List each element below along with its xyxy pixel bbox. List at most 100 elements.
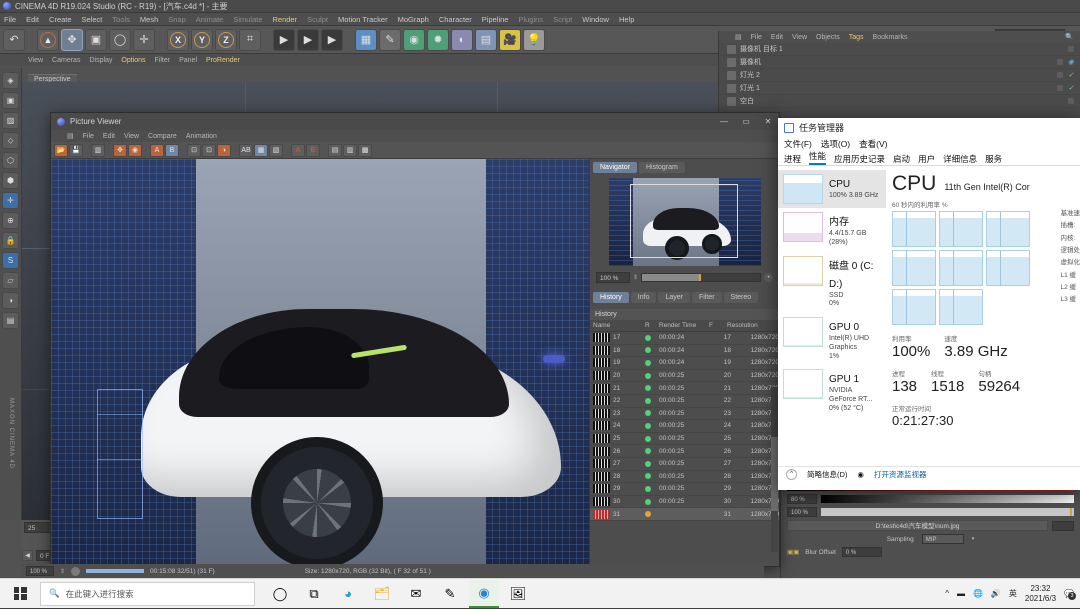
workplane-icon[interactable]: ▱ <box>2 272 19 289</box>
c4d-menu-bar[interactable]: File Edit Create Select Tools Mesh Snap … <box>0 13 1080 26</box>
history-row[interactable]: 2100:00:25211280x720 <box>590 382 779 395</box>
history-row[interactable]: 2400:00:25241280x720 <box>590 420 779 433</box>
ime-language-indicator[interactable]: 英 <box>1009 588 1017 599</box>
object-tags[interactable]: ✓ <box>1057 71 1074 79</box>
viewport-menu-prorender[interactable]: ProRender <box>206 57 240 64</box>
object-tags[interactable]: ✓ <box>1057 84 1074 92</box>
menu-help[interactable]: Help <box>619 15 634 24</box>
scale-tool-icon[interactable]: ▣ <box>85 29 107 51</box>
resource-list[interactable]: CPU100% 3.89 GHz内存4.4/15.7 GB (28%)磁盘 0 … <box>778 166 886 466</box>
camera-icon[interactable]: 🎥 <box>499 29 521 51</box>
render-queue-icon[interactable]: ▤ <box>2 312 19 329</box>
rendered-image-canvas[interactable] <box>51 159 589 566</box>
minimize-icon[interactable]: — <box>713 113 735 130</box>
open-image-icon[interactable]: 📂 <box>54 144 68 157</box>
tm-tab-services[interactable]: 服务 <box>985 153 1002 165</box>
sampling-row[interactable]: Sampling MIP ▾ <box>787 534 1074 544</box>
menu-create[interactable]: Create <box>49 15 72 24</box>
menu-mograph[interactable]: MoGraph <box>398 15 429 24</box>
maximize-icon[interactable]: ▭ <box>735 113 757 130</box>
status-stepper-icon[interactable]: ⇕ <box>60 568 65 575</box>
object-tags[interactable] <box>1068 98 1074 104</box>
history-row[interactable]: 1800:00:24181280x720 <box>590 345 779 358</box>
pv-menu-file[interactable]: File <box>83 133 94 140</box>
menu-mesh[interactable]: Mesh <box>140 15 158 24</box>
cinema4d-taskbar-icon[interactable]: ◉ <box>469 580 499 608</box>
objmgr-search-icon[interactable]: 🔍 <box>1065 33 1074 41</box>
tab-navigator[interactable]: Navigator <box>593 162 637 173</box>
zoom-slider[interactable] <box>641 273 761 282</box>
history-row[interactable]: 2000:00:25201280x720 <box>590 370 779 383</box>
environment-icon[interactable]: ◐ <box>451 29 473 51</box>
render-settings-icon[interactable]: ▶ <box>321 29 343 51</box>
collapse-icon[interactable]: ^ <box>786 469 797 480</box>
show-hidden-icons[interactable]: ^ <box>945 589 949 598</box>
attr-value-100[interactable]: 100 % <box>787 507 817 517</box>
screenshot-tool-icon[interactable]: 🖼 <box>503 580 533 608</box>
status-zoom[interactable]: 100 % <box>26 566 54 576</box>
picture-viewer-title-bar[interactable]: Picture Viewer — ▭ ✕ <box>51 113 779 130</box>
menu-simulate[interactable]: Simulate <box>233 15 262 24</box>
info-tabs[interactable]: History Info Layer Filter Stereo <box>590 289 779 303</box>
objmgr-grid-icon[interactable]: ▤ <box>735 33 742 41</box>
object-tags[interactable]: ◉ <box>1057 58 1074 66</box>
resource-row-cpu[interactable]: CPU100% 3.89 GHz <box>778 170 886 208</box>
pick-color-icon[interactable]: ◉ <box>128 144 142 157</box>
picture-viewer-window[interactable]: Picture Viewer — ▭ ✕ ▤ File Edit View Co… <box>50 112 780 567</box>
history-row[interactable]: 2600:00:25261280x720 <box>590 445 779 458</box>
axis-z-button[interactable]: Z <box>215 29 237 51</box>
objmgr-menu-view[interactable]: View <box>792 34 807 41</box>
texture-path-row[interactable]: D:\test\c4d\汽车模型\num.jpg <box>787 520 1074 531</box>
task-view-icon[interactable]: ⧉ <box>299 580 329 608</box>
zoom-reset-icon[interactable]: • <box>764 273 773 282</box>
zoom-value-field[interactable]: 100 % <box>596 272 630 283</box>
filmstrip-icon[interactable]: ▥ <box>91 144 105 157</box>
resource-monitor-link[interactable]: 打开资源监视器 <box>874 469 927 480</box>
history-row[interactable]: 2500:00:25251280x720 <box>590 433 779 446</box>
menu-sculpt[interactable]: Sculpt <box>307 15 328 24</box>
history-row[interactable]: 2700:00:25271280x720 <box>590 458 779 471</box>
save-image-icon[interactable]: 💾 <box>69 144 83 157</box>
mail-icon[interactable]: ✉ <box>401 580 431 608</box>
render-b-icon[interactable]: B <box>165 144 179 157</box>
split-view-icon[interactable]: ▦ <box>254 144 268 157</box>
layers-icon[interactable]: ▤ <box>328 144 342 157</box>
texture-mode-icon[interactable]: ▨ <box>2 112 19 129</box>
scene-icon[interactable]: ▤ <box>475 29 497 51</box>
texture-browse-button[interactable] <box>1052 521 1074 531</box>
menu-animate[interactable]: Animate <box>196 15 224 24</box>
tab-filter[interactable]: Filter <box>692 292 722 303</box>
brightness-slider[interactable] <box>821 508 1074 516</box>
blur-offset-row[interactable]: ▣▣ Blur Offset 0 % <box>787 547 1074 557</box>
viewport-menu-panel[interactable]: Panel <box>179 57 197 64</box>
start-button[interactable] <box>0 579 40 609</box>
chevron-down-icon[interactable]: ▾ <box>972 536 975 542</box>
rotate-tool-icon[interactable]: ◯ <box>109 29 131 51</box>
viewport-menu-cameras[interactable]: Cameras <box>52 57 80 64</box>
render-region-icon[interactable]: ▶ <box>297 29 319 51</box>
generator-icon[interactable]: ◉ <box>403 29 425 51</box>
tab-history[interactable]: History <box>593 292 629 303</box>
attr-row-100[interactable]: 100 % <box>787 507 1074 517</box>
snap-mode-icon[interactable]: S <box>2 252 19 269</box>
tm-menu-file[interactable]: 文件(F) <box>784 138 812 150</box>
tm-tab-startup[interactable]: 启动 <box>893 153 910 165</box>
viewport-menu-options[interactable]: Options <box>121 57 145 64</box>
history-row[interactable]: 2800:00:25281280x720 <box>590 471 779 484</box>
ab-compare-icon[interactable]: AB <box>239 144 253 157</box>
history-row[interactable]: 1900:00:24191280x720 <box>590 357 779 370</box>
axis-mode-icon[interactable]: ✛ <box>2 192 19 209</box>
task-manager-tabs[interactable]: 进程 性能 应用历史记录 启动 用户 详细信息 服务 <box>778 151 1080 166</box>
transform-tool-icon[interactable]: ✛ <box>133 29 155 51</box>
texture-path-field[interactable]: D:\test\c4d\汽车模型\num.jpg <box>787 520 1048 531</box>
object-row[interactable]: 灯光 1 ✓ <box>719 82 1080 95</box>
resource-row-gpu[interactable]: GPU 0Intel(R) UHD Graphics1% <box>778 313 886 365</box>
make-editable-icon[interactable]: ◈ <box>2 72 19 89</box>
set-b-icon[interactable]: B <box>306 144 320 157</box>
history-row[interactable]: 2300:00:25231280x720 <box>590 408 779 421</box>
world-coordinate-icon[interactable]: ⌗ <box>239 29 261 51</box>
objmgr-menu-file[interactable]: File <box>751 34 762 41</box>
resource-row-disk[interactable]: 磁盘 0 (C: D:)SSD0% <box>778 252 886 314</box>
difference-icon[interactable]: ▧ <box>269 144 283 157</box>
close-icon[interactable]: ✕ <box>757 113 779 130</box>
